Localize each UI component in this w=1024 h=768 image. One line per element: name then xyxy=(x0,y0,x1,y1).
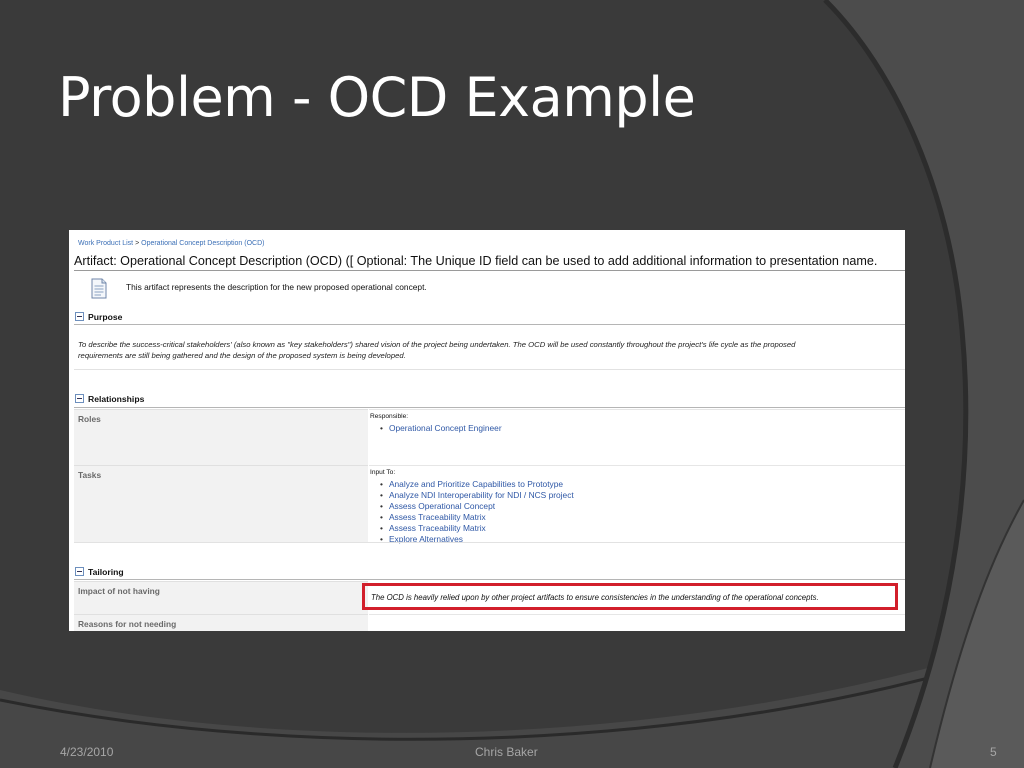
role-link[interactable]: Operational Concept Engineer xyxy=(380,423,502,434)
breadcrumb-ocd-link[interactable]: Operational Concept Description (OCD) xyxy=(141,240,264,247)
roles-label: Roles xyxy=(78,414,101,424)
purpose-text-line-2: requirements are still being gathered an… xyxy=(78,351,406,360)
impact-label-cell: Impact of not having xyxy=(74,581,368,615)
footer-page-number: 5 xyxy=(990,745,997,759)
breadcrumb-work-product-list-link[interactable]: Work Product List xyxy=(78,240,133,247)
collapse-icon[interactable] xyxy=(75,312,84,321)
reasons-value-cell xyxy=(369,614,905,631)
tasks-list: Analyze and Prioritize Capabilities to P… xyxy=(380,479,574,545)
tasks-label-cell: Tasks xyxy=(74,465,368,543)
artifact-title: Artifact: Operational Concept Descriptio… xyxy=(74,254,878,268)
task-link[interactable]: Analyze and Prioritize Capabilities to P… xyxy=(380,479,574,490)
tailoring-divider xyxy=(74,579,905,580)
relationships-section-toggle[interactable]: Relationships xyxy=(75,394,144,404)
impact-label: Impact of not having xyxy=(78,586,160,596)
task-link[interactable]: Analyze NDI Interoperability for NDI / N… xyxy=(380,490,574,501)
relationships-end-divider xyxy=(74,542,905,543)
collapse-icon[interactable] xyxy=(75,567,84,576)
breadcrumb-separator: > xyxy=(135,240,140,247)
tasks-value-cell: Input To: Analyze and Prioritize Capabil… xyxy=(369,465,905,545)
reasons-label: Reasons for not needing xyxy=(78,619,177,629)
task-link[interactable]: Assess Traceability Matrix xyxy=(380,512,574,523)
tasks-label: Tasks xyxy=(78,470,102,480)
document-icon xyxy=(91,278,107,299)
title-divider xyxy=(74,270,905,271)
slide-title: Problem - OCD Example xyxy=(58,66,696,129)
task-link[interactable]: Assess Operational Concept xyxy=(380,501,574,512)
tailoring-heading: Tailoring xyxy=(88,567,124,577)
purpose-divider xyxy=(74,324,905,325)
footer-date: 4/23/2010 xyxy=(60,745,114,759)
task-link[interactable]: Explore Alternatives xyxy=(380,534,574,545)
collapse-icon[interactable] xyxy=(75,394,84,403)
purpose-end-divider xyxy=(74,369,905,370)
responsible-label: Responsible: xyxy=(370,413,409,420)
purpose-heading: Purpose xyxy=(88,312,123,322)
footer-author: Chris Baker xyxy=(475,745,538,759)
tailoring-section-toggle[interactable]: Tailoring xyxy=(75,567,124,577)
task-link[interactable]: Assess Traceability Matrix xyxy=(380,523,574,534)
roles-value-cell: Responsible: Operational Concept Enginee… xyxy=(369,409,905,465)
impact-text: The OCD is heavily relied upon by other … xyxy=(371,593,819,602)
relationships-heading: Relationships xyxy=(88,394,145,404)
input-to-label: Input To: xyxy=(370,469,396,476)
impact-highlight-box: The OCD is heavily relied upon by other … xyxy=(362,583,898,610)
roles-list: Operational Concept Engineer xyxy=(380,423,502,434)
roles-label-cell: Roles xyxy=(74,409,368,465)
purpose-text-line-1: To describe the success-critical stakeho… xyxy=(78,340,796,349)
embedded-screenshot: Work Product List > Operational Concept … xyxy=(69,230,905,631)
artifact-description: This artifact represents the description… xyxy=(126,282,427,292)
breadcrumb: Work Product List > Operational Concept … xyxy=(78,240,264,247)
relationships-divider xyxy=(74,407,905,408)
purpose-section-toggle[interactable]: Purpose xyxy=(75,312,122,322)
reasons-label-cell: Reasons for not needing xyxy=(74,614,368,631)
purpose-text: To describe the success-critical stakeho… xyxy=(78,339,905,361)
